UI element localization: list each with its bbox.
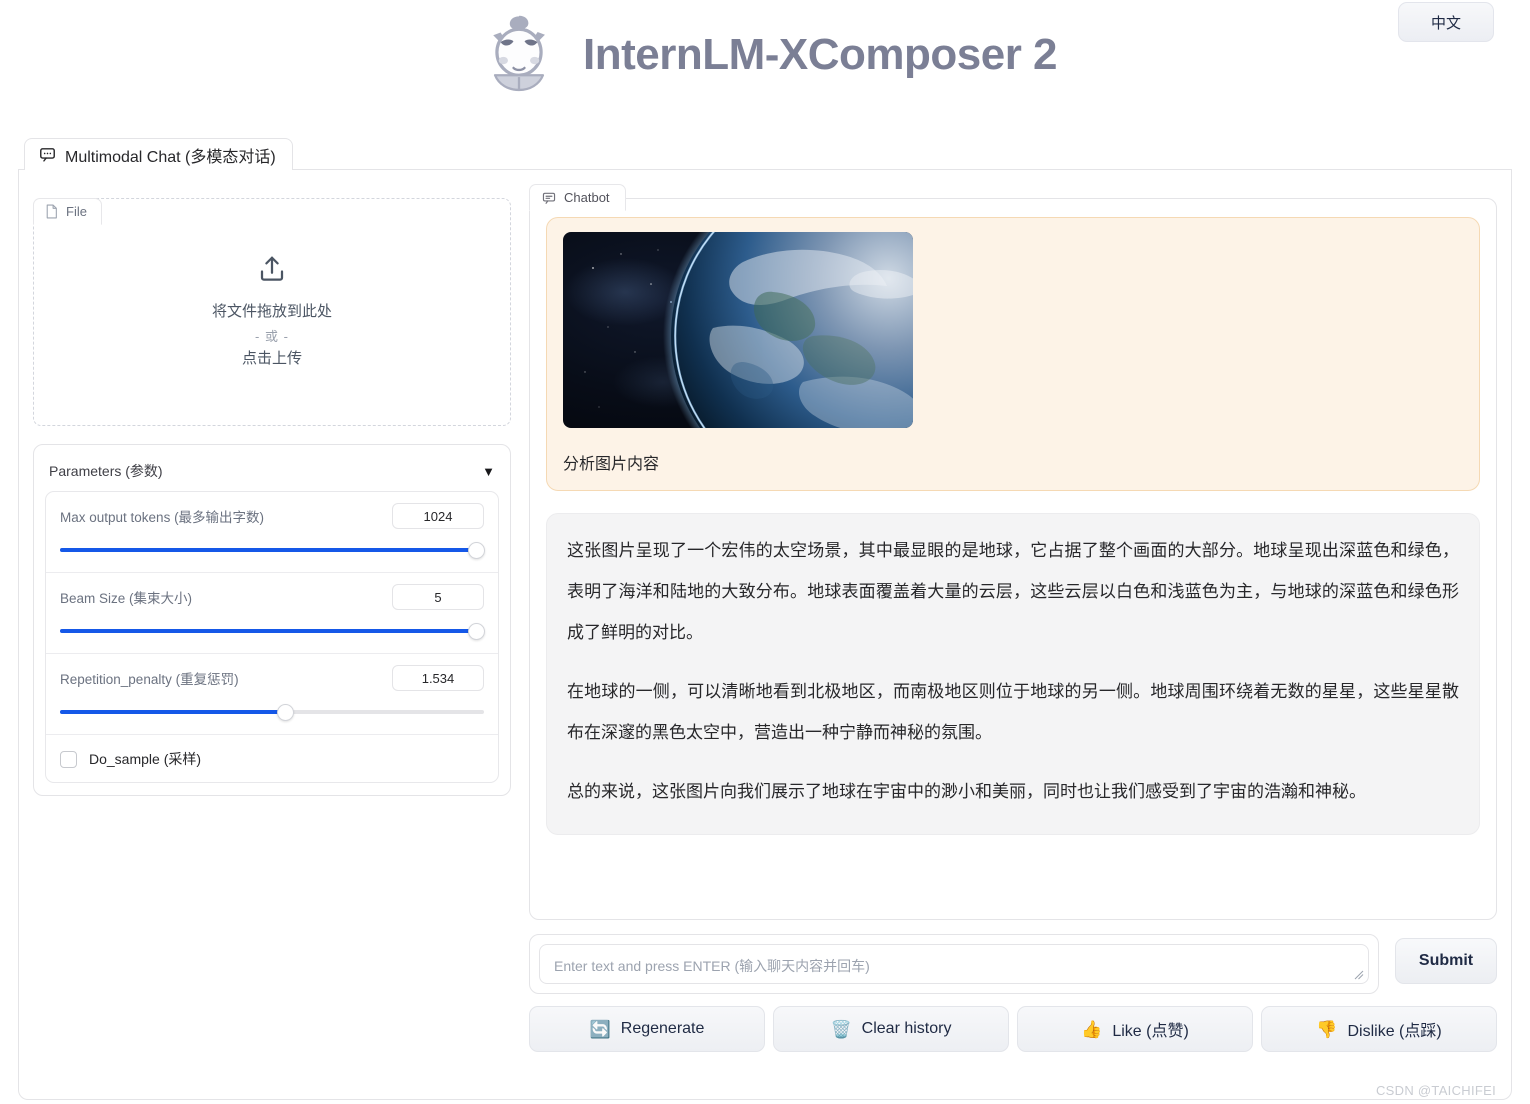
dislike-label: Dislike (点踩) — [1347, 1023, 1442, 1040]
right-column: Chatbot 分析图片内容 这张图片呈现了一个宏伟的太空场景，其中最显眼的是地… — [529, 184, 1497, 1085]
chat-window-icon — [542, 192, 556, 204]
assistant-paragraph: 这张图片呈现了一个宏伟的太空场景，其中最显眼的是地球，它占据了整个画面的大部分。… — [567, 541, 1459, 642]
file-dropzone[interactable]: 将文件拖放到此处 - 或 - 点击上传 — [33, 198, 511, 426]
chat-input-row: Enter text and press ENTER (输入聊天内容并回车) S… — [529, 934, 1497, 994]
param-max-output-tokens: Max output tokens (最多输出字数) 1024 — [46, 492, 498, 573]
regenerate-button[interactable]: 🔄 Regenerate — [529, 1006, 765, 1052]
dropzone-click-upload-text[interactable]: 点击上传 — [242, 347, 302, 371]
chatbot-label-text: Chatbot — [564, 190, 610, 205]
beam-size-slider[interactable] — [60, 623, 485, 640]
file-label-text: File — [66, 204, 87, 219]
chevron-down-icon[interactable]: ▼ — [482, 465, 495, 478]
regenerate-label: Regenerate — [620, 1020, 705, 1037]
action-button-row: 🔄 Regenerate 🗑️ Clear history 👍 Like (点赞… — [529, 1006, 1497, 1052]
assistant-paragraph: 在地球的一侧，可以清晰地看到北极地区，而南极地区则位于地球的另一侧。地球周围环绕… — [567, 682, 1459, 742]
brand: InternLM-XComposer 2 — [473, 9, 1058, 101]
earth-from-space-image[interactable] — [563, 232, 913, 428]
parameters-title: Parameters (参数) — [49, 463, 163, 479]
slider-fill — [60, 629, 476, 633]
param-repetition-penalty: Repetition_penalty (重复惩罚) 1.534 — [46, 654, 498, 735]
parameters-accordion-header[interactable]: Parameters (参数) ▼ — [45, 455, 499, 491]
param-value-input[interactable]: 1024 — [392, 503, 484, 529]
app-header: InternLM-XComposer 2 中文 — [0, 0, 1530, 110]
language-toggle-button[interactable]: 中文 — [1398, 2, 1494, 42]
repetition-penalty-slider[interactable] — [60, 704, 484, 721]
tab-multimodal-chat[interactable]: Multimodal Chat (多模态对话) — [24, 138, 293, 170]
slider-knob[interactable] — [276, 704, 294, 721]
page-title: InternLM-XComposer 2 — [582, 30, 1058, 79]
param-value-input[interactable]: 1.534 — [392, 665, 484, 691]
chatbot-component-label: Chatbot — [529, 184, 626, 211]
thumbs-down-icon: 👎 — [1316, 1019, 1338, 1039]
resize-handle-icon[interactable] — [1354, 970, 1364, 980]
upload-icon — [260, 256, 284, 281]
dislike-button[interactable]: 👎 Dislike (点踩) — [1261, 1006, 1497, 1052]
slider-fill — [60, 548, 476, 552]
param-label: Repetition_penalty (重复惩罚) — [60, 672, 239, 687]
parameters-list: Max output tokens (最多输出字数) 1024 Beam Siz… — [45, 491, 499, 783]
chat-message-user: 分析图片内容 — [546, 217, 1480, 491]
tab-content-panel: File 将文件拖放到此处 - 或 - 点击上传 Parameters (参数) — [18, 170, 1512, 1100]
parameters-panel: Parameters (参数) ▼ Max output tokens (最多输… — [33, 444, 511, 796]
left-column: File 将文件拖放到此处 - 或 - 点击上传 Parameters (参数) — [33, 184, 511, 1085]
file-upload-section: File 将文件拖放到此处 - 或 - 点击上传 — [33, 198, 511, 426]
chat-input-wrapper: Enter text and press ENTER (输入聊天内容并回车) — [529, 934, 1379, 994]
slider-knob[interactable] — [467, 623, 485, 640]
chat-input[interactable]: Enter text and press ENTER (输入聊天内容并回车) — [539, 944, 1369, 984]
do-sample-label: Do_sample (采样) — [89, 751, 202, 767]
tab-label: Multimodal Chat (多模态对话) — [65, 148, 276, 166]
chat-message-assistant: 这张图片呈现了一个宏伟的太空场景，其中最显眼的是地球，它占据了整个画面的大部分。… — [546, 513, 1480, 835]
param-label: Max output tokens (最多输出字数) — [60, 510, 265, 525]
param-value-input[interactable]: 5 — [392, 584, 484, 610]
like-label: Like (点赞) — [1112, 1023, 1189, 1040]
param-beam-size: Beam Size (集束大小) 5 — [46, 573, 498, 654]
app-root: InternLM-XComposer 2 中文 Multimodal Chat … — [0, 0, 1530, 1104]
clear-history-label: Clear history — [861, 1020, 952, 1037]
assistant-paragraph: 总的来说，这张图片向我们展示了地球在宇宙中的渺小和美丽，同时也让我们感受到了宇宙… — [567, 782, 1366, 801]
clear-history-button[interactable]: 🗑️ Clear history — [773, 1006, 1009, 1052]
submit-button[interactable]: Submit — [1395, 938, 1497, 984]
chat-bubble-icon — [40, 148, 55, 162]
chatbot-section: Chatbot 分析图片内容 这张图片呈现了一个宏伟的太空场景，其中最显眼的是地… — [529, 184, 1497, 920]
dropzone-drag-text: 将文件拖放到此处 — [211, 302, 332, 320]
chat-transcript[interactable]: 分析图片内容 这张图片呈现了一个宏伟的太空场景，其中最显眼的是地球，它占据了整个… — [529, 198, 1497, 920]
do-sample-checkbox[interactable] — [60, 750, 77, 768]
document-icon — [46, 204, 57, 219]
regenerate-icon: 🔄 — [589, 1019, 611, 1039]
slider-knob[interactable] — [467, 542, 485, 559]
watermark: CSDN @TAICHIFEI — [1375, 1083, 1496, 1098]
tab-strip: Multimodal Chat (多模态对话) — [18, 138, 1512, 170]
thumbs-up-icon: 👍 — [1081, 1019, 1103, 1039]
param-do-sample[interactable]: Do_sample (采样) — [46, 735, 498, 782]
dropzone-or-text: - 或 - — [255, 328, 289, 344]
slider-fill — [60, 710, 285, 714]
like-button[interactable]: 👍 Like (点赞) — [1017, 1006, 1253, 1052]
param-label: Beam Size (集束大小) — [60, 591, 193, 606]
max-output-tokens-slider[interactable] — [60, 542, 485, 559]
file-component-label: File — [33, 198, 102, 225]
mascot-logo-icon — [493, 15, 545, 92]
user-message-caption: 分析图片内容 — [563, 456, 660, 473]
trash-icon: 🗑️ — [830, 1019, 852, 1039]
